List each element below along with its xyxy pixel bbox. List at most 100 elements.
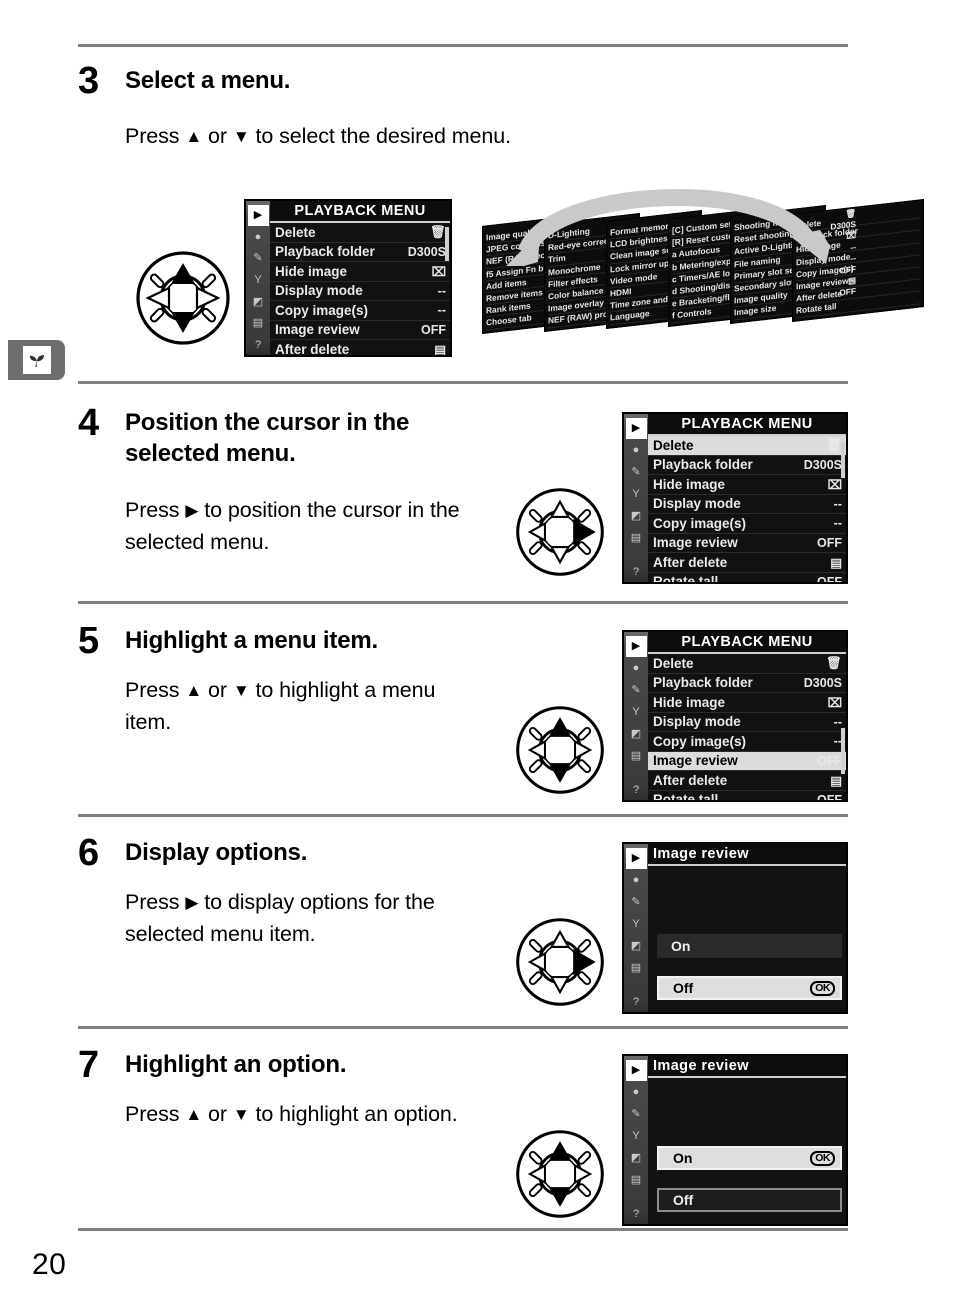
retouch-icon[interactable]: ◩ (627, 1149, 646, 1168)
my-menu-icon[interactable]: ▤ (627, 959, 646, 978)
divider-step7 (78, 1228, 848, 1231)
option-row[interactable]: On (657, 934, 842, 958)
menu-row[interactable]: Display mode -- (648, 494, 846, 514)
menu-row[interactable]: Playback folder D300S (648, 673, 846, 693)
setup-wrench-icon[interactable]: Y (627, 1127, 646, 1146)
menu-row[interactable]: Hide image ⌧ (648, 693, 846, 713)
up-arrow-glyph: ▲ (185, 681, 203, 700)
shooting-icon[interactable]: ● (627, 441, 646, 460)
step-7-body-prefix: Press (125, 1102, 186, 1126)
step-4-body-prefix: Press (125, 498, 186, 522)
step-3-number: 3 (78, 60, 100, 102)
menu-row[interactable]: After delete ▤ (648, 771, 846, 791)
menu-row-value: -- (437, 283, 446, 298)
retouch-icon[interactable]: ◩ (627, 937, 646, 956)
my-menu-icon[interactable]: ▤ (627, 747, 646, 766)
menu-row[interactable]: Delete 🗑 (648, 654, 846, 674)
my-menu-icon[interactable]: ▤ (249, 315, 268, 334)
menu-row-label: Image review (653, 535, 738, 551)
lcd-screen-step3: ▶ ● ✎ Y ◩ ▤ ? PLAYBACK MENU Delete 🗑 Playb… (244, 199, 452, 357)
menu-row[interactable]: After delete ▤ (270, 340, 450, 355)
my-menu-icon[interactable]: ▤ (627, 529, 646, 548)
menu-row-label: Rotate tall (653, 792, 719, 802)
menu-row[interactable]: Display mode -- (270, 281, 450, 301)
menu-row[interactable]: Copy image(s) -- (270, 301, 450, 321)
shooting-icon[interactable]: ● (627, 1083, 646, 1102)
option-row[interactable]: Off OK (657, 976, 842, 1000)
menu-row[interactable]: Hide image ⌧ (270, 262, 450, 282)
menu-rail-step6: ▶ ● ✎ Y ◩ ▤ ? (624, 844, 648, 1012)
lcd-title-step5: PLAYBACK MENU (648, 632, 846, 654)
option-label: Off (673, 980, 694, 996)
option-row[interactable]: On OK (657, 1146, 842, 1170)
lcd-title-step4: PLAYBACK MENU (648, 414, 846, 436)
menu-row-label: Display mode (653, 714, 741, 730)
menu-row[interactable]: Copy image(s) -- (648, 732, 846, 752)
shooting-icon[interactable]: ● (249, 228, 268, 247)
menu-row-label: Delete (275, 224, 316, 240)
up-arrow-glyph: ▲ (185, 127, 203, 146)
menu-row[interactable]: Playback folder D300S (648, 455, 846, 475)
my-menu-icon[interactable]: ▤ (627, 1171, 646, 1190)
menu-row[interactable]: Delete 🗑 (648, 436, 846, 456)
menu-row[interactable]: Image review OFF (648, 751, 846, 771)
setup-wrench-icon[interactable]: Y (627, 703, 646, 722)
playback-icon[interactable]: ▶ (625, 848, 647, 869)
retouch-icon[interactable]: ◩ (249, 293, 268, 312)
playback-icon[interactable]: ▶ (247, 205, 269, 226)
setup-wrench-icon[interactable]: Y (627, 485, 646, 504)
help-question-icon[interactable]: ? (627, 993, 646, 1012)
retouch-icon[interactable]: ◩ (627, 725, 646, 744)
menu-row[interactable]: After delete ▤ (648, 553, 846, 573)
help-question-icon[interactable]: ? (627, 1205, 646, 1224)
custom-setting-pencil-icon[interactable]: ✎ (627, 893, 646, 912)
lcd-screen-step6: ▶ ● ✎ Y ◩ ▤ ? Image review On Off OK (622, 842, 848, 1014)
menu-row-label: Copy image(s) (275, 302, 369, 318)
custom-setting-pencil-icon[interactable]: ✎ (627, 1105, 646, 1124)
shooting-icon[interactable]: ● (627, 659, 646, 678)
menu-row[interactable]: Copy image(s) -- (648, 514, 846, 534)
menu-row[interactable]: Image review OFF (648, 533, 846, 553)
playback-icon[interactable]: ▶ (625, 636, 647, 657)
playback-icon[interactable]: ▶ (625, 1060, 647, 1081)
setup-wrench-icon[interactable]: Y (249, 271, 268, 290)
custom-setting-pencil-icon[interactable]: ✎ (249, 249, 268, 268)
help-question-icon[interactable]: ? (627, 563, 646, 582)
option-row[interactable]: Off (657, 1188, 842, 1212)
help-question-icon[interactable]: ? (249, 336, 268, 355)
step-7-body-mid: or (202, 1102, 233, 1126)
menu-row[interactable]: Delete 🗑 (270, 223, 450, 243)
divider-top (78, 44, 848, 47)
scrollbar-step3[interactable] (445, 227, 449, 261)
menu-row[interactable]: Playback folder D300S (270, 242, 450, 262)
shooting-menu-plant-icon (22, 346, 51, 374)
step-7-number: 7 (78, 1044, 100, 1086)
step-3-body-suffix: to select the desired menu. (249, 124, 512, 148)
scrollbar-step5[interactable] (841, 728, 845, 774)
custom-setting-pencil-icon[interactable]: ✎ (627, 463, 646, 482)
menu-row-value: 🗑 (826, 437, 842, 452)
menu-row[interactable]: Rotate tall OFF (648, 572, 846, 582)
retouch-icon[interactable]: ◩ (627, 507, 646, 526)
custom-setting-pencil-icon[interactable]: ✎ (627, 681, 646, 700)
scrollbar-step4[interactable] (841, 442, 845, 478)
menu-rows-step3: Delete 🗑 Playback folder D300S Hide image ⌧ Di… (270, 223, 450, 355)
lcd-screen-step5: ▶ ● ✎ Y ◩ ▤ ? PLAYBACK MENU Delete 🗑 Playb… (622, 630, 848, 802)
playback-icon[interactable]: ▶ (625, 418, 647, 439)
lcd-screen-step7: ▶ ● ✎ Y ◩ ▤ ? Image review On OK Off (622, 1054, 848, 1226)
multi-selector-step3 (133, 248, 233, 348)
menu-row-value: -- (833, 496, 842, 511)
rail-spacer (627, 548, 646, 560)
shooting-icon[interactable]: ● (627, 871, 646, 890)
step-5-body: Press ▲ or ▼ to highlight a menu item. (125, 674, 465, 739)
lcd-title-step7: Image review (648, 1056, 846, 1078)
menu-row[interactable]: Display mode -- (648, 712, 846, 732)
menu-row[interactable]: Rotate tall OFF (648, 790, 846, 802)
menu-row[interactable]: Image review OFF (270, 320, 450, 340)
menu-row-value: -- (437, 303, 446, 318)
step-5-body-prefix: Press (125, 678, 186, 702)
setup-wrench-icon[interactable]: Y (627, 915, 646, 934)
help-question-icon[interactable]: ? (627, 781, 646, 800)
menu-row[interactable]: Hide image ⌧ (648, 475, 846, 495)
menu-row-label: After delete (653, 772, 728, 788)
